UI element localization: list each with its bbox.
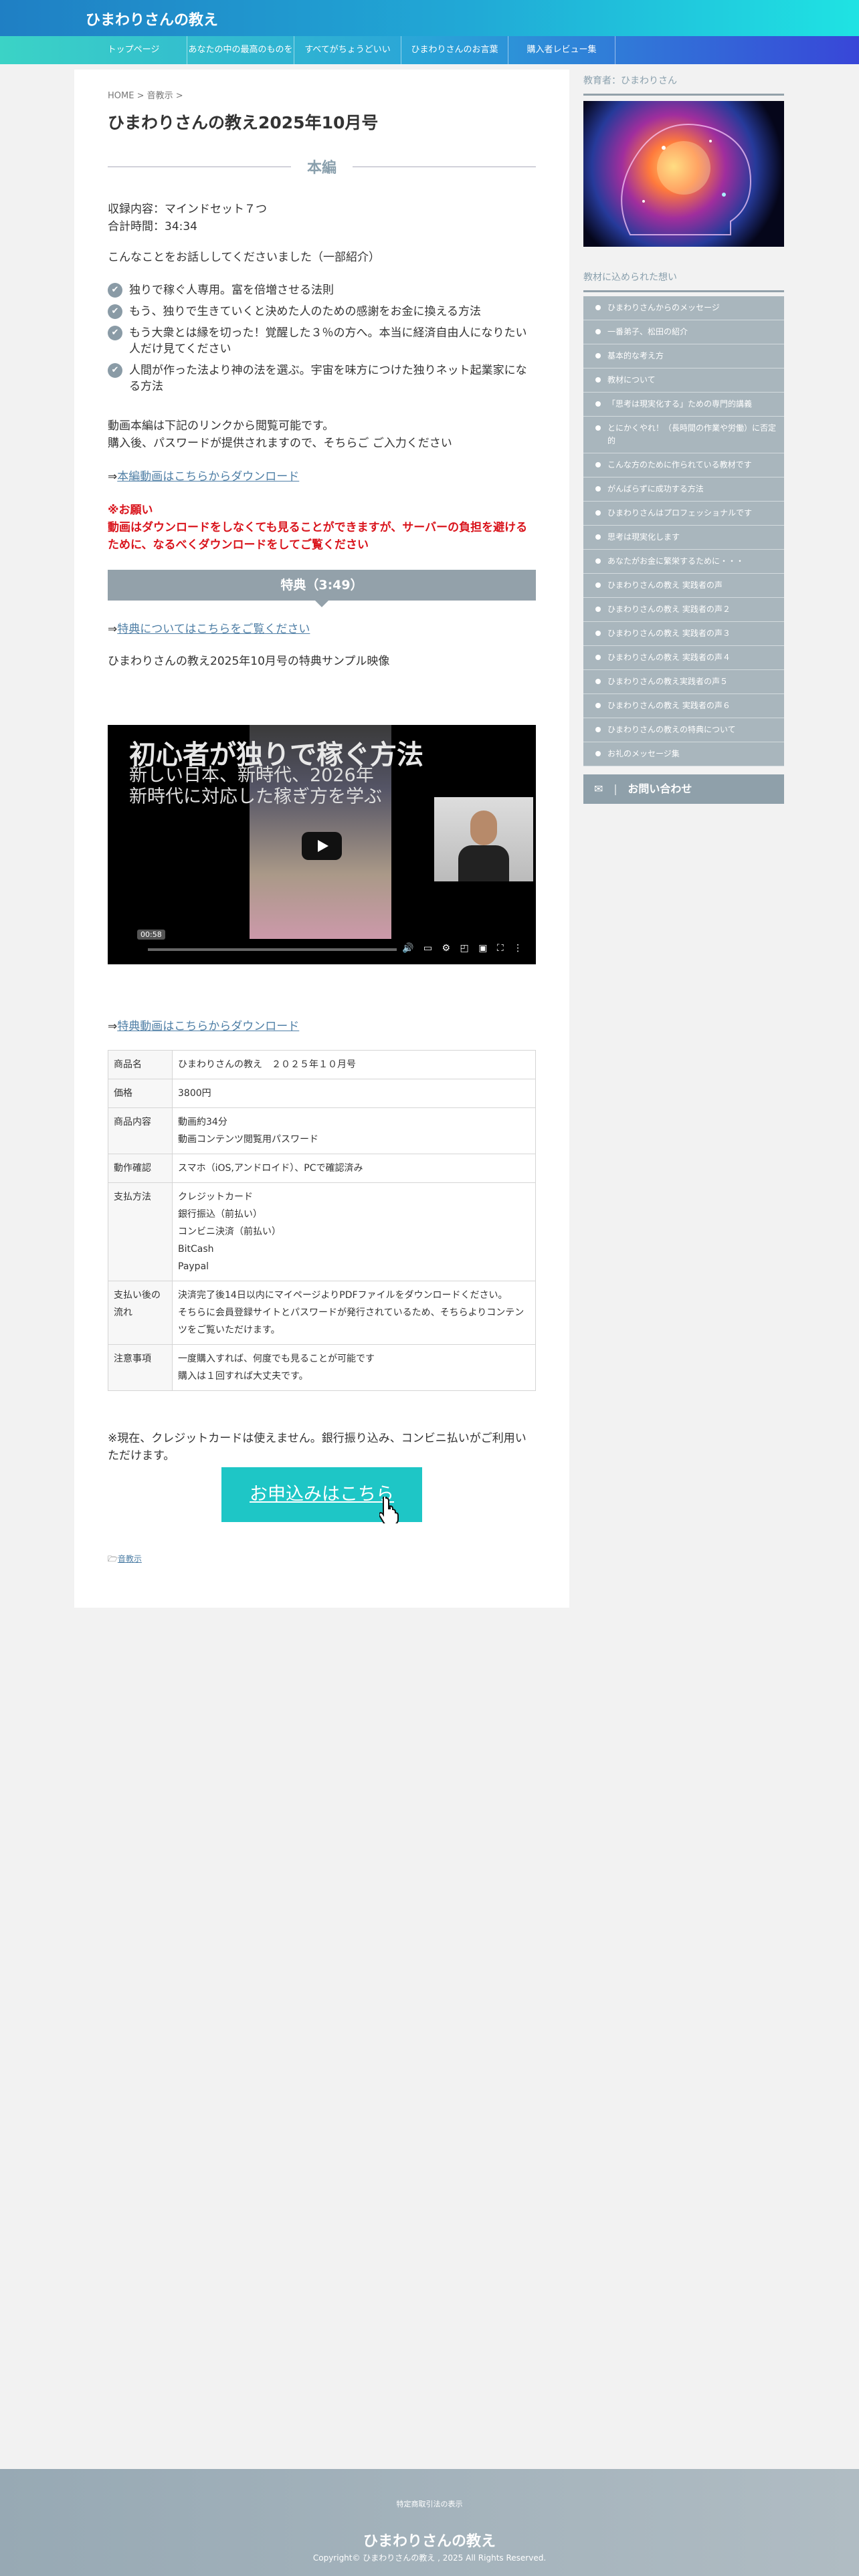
sidebar-author-title: 教育者：ひまわりさん [583,74,784,96]
download-line: ⇒本編動画はこちらからダウンロード [108,470,300,484]
check-icon: ✔ [108,304,122,319]
sidebar-item[interactable]: 一番弟子、松田の紹介 [583,320,784,344]
table-row: 動作確認 スマホ（iOS,アンドロイド）、PCで確認済み [108,1154,536,1183]
site-footer: 特定商取引法の表示 ひまわりさんの教え Copyright© ひまわりさんの教え… [0,2469,859,2576]
table-row: 商品内容 動画約34分 動画コンテンツ閲覧用パスワード [108,1107,536,1154]
video-speaker-thumbnail [434,797,533,881]
bonus-link-line: ⇒特典についてはこちらをご覧ください [108,623,310,636]
bonus-heading: 特典（3:49） [108,570,536,607]
nav-reviews[interactable]: 購入者レビュー集 [508,36,615,64]
list-item: ✔ 人間が作った法より神の法を選ぶ。宇宙を味方につけた独りネット起業家になる方法 [108,362,536,395]
nav-words[interactable]: ひまわりさんのお言葉 [401,36,508,64]
apply-button[interactable]: お申込みはこちら [221,1467,422,1523]
bonus-description: ひまわりさんの教え2025年10月号の特典サンプル映像 [108,655,390,668]
sidebar-item[interactable]: こんな方のために作られている教材です [583,453,784,477]
folder-icon: 🗁 [108,1554,118,1564]
notice-text: 動画本編は下記のリンクから閲覧可能です。 [108,419,335,433]
sidebar-item[interactable]: ひまわりさんの教え 実践者の声６ [583,694,784,718]
global-nav: トップページ あなたの中の最高のものを すべてがちょうどいい ひまわりさんのお言… [0,36,859,64]
site-title[interactable]: ひまわりさんの教え [86,8,218,29]
play-icon[interactable] [302,832,342,860]
sidebar-item[interactable]: ひまわりさんからのメッセージ [583,296,784,320]
footer-legal-link[interactable]: 特定商取引法の表示 [0,2498,859,2509]
sidebar-item[interactable]: ひまわりさんの教え 実践者の声４ [583,646,784,670]
sidebar-item[interactable]: ひまわりさんの教え実践者の声５ [583,670,784,694]
bonus-video-download-link[interactable]: 特典動画はこちらからダウンロード [117,1020,299,1033]
notice-text-2: 購入後、パスワードが提供されますので、そちらご ご入力ください [108,437,452,450]
warning-text: 動画はダウンロードをしなくても見ることができますが、サーバーの負担を避けるために… [108,521,528,552]
footer-title: ひまわりさんの教え [363,2533,496,2550]
category-tag: 🗁音教示 [108,1553,536,1567]
nav-just[interactable]: すべてがちょうどいい [294,36,401,64]
section-heading-main: 本編 [108,156,537,177]
sidebar-item[interactable]: ひまわりさんはプロフェッショナルです [583,502,784,526]
total-time: 合計時間：34:34 [108,220,197,233]
main-video-download-link[interactable]: 本編動画はこちらからダウンロード [117,470,299,484]
video-controls[interactable]: 🔊 ▭ ⚙ ◰ ▣ ⛶ ⋮ [402,943,526,954]
video-timestamp: 00:58 [137,930,165,940]
video-player[interactable]: 初心者が独りで稼ぐ方法 新しい日本、新時代、2026年 新時代に対応した稼ぎ方を学… [108,725,536,964]
check-icon: ✔ [108,326,122,340]
check-icon: ✔ [108,283,122,298]
list-item: ✔ 独りで稼ぐ人専用。富を倍増させる法則 [108,282,536,298]
sidebar-item[interactable]: がんばらずに成功する方法 [583,477,784,502]
category-link[interactable]: 音教示 [118,1554,142,1564]
sidebar-menu-list: ひまわりさんからのメッセージ 一番弟子、松田の紹介 基本的な考え方 教材について… [583,296,784,766]
sidebar-item[interactable]: ひまわりさんの教え 実践者の声 [583,574,784,598]
sidebar-item[interactable]: 思考は現実化します [583,526,784,550]
sidebar-item[interactable]: 「思考は現実化する」ための専門的講義 [583,393,784,417]
sidebar-item[interactable]: とにかくやれ！（長時間の作業や労働）に否定的 [583,417,784,453]
pointer-hand-icon [379,1497,399,1523]
video-progress-bar[interactable] [148,948,397,951]
payment-note: ※現在、クレジットカードは使えません。銀行振り込み、コンビニ払いがご利用いただけ… [108,1432,527,1463]
list-item: ✔ もう、独りで生きていくと決めた人のための感謝をお金に換える方法 [108,304,536,320]
breadcrumb-category[interactable]: 音教示 [147,91,173,101]
nav-best[interactable]: あなたの中の最高のものを [187,36,294,64]
table-row: 支払い後の流れ 決済完了後14日以内にマイページよりPDFファイルをダウンロードく… [108,1281,536,1345]
table-row: 商品名 ひまわりさんの教え ２０２５年１０月号 [108,1050,536,1079]
mail-icon: ✉ [594,782,603,795]
video-subtitle: 新しい日本、新時代、2026年 新時代に対応した稼ぎ方を学ぶ [129,765,382,807]
list-item: ✔ もう大衆とは縁を切った！覚醒した３％の方へ。本当に経済自由人になりたい人だけ見… [108,325,536,357]
table-row: 価格 3800円 [108,1079,536,1108]
table-row: 注意事項 一度購入すれば、何度でも見ることが可能です 購入は１回すれば大丈夫です。 [108,1344,536,1391]
sidebar-item[interactable]: 教材について [583,368,784,393]
sidebar-author: 教育者：ひまわりさん [583,74,784,247]
site-header: ひまわりさんの教え [0,0,859,36]
sidebar-item[interactable]: ひまわりさんの教え 実践者の声２ [583,598,784,622]
page-title: ひまわりさんの教え2025年10月号 [108,113,379,132]
sidebar-item[interactable]: あなたがお金に繁栄するために・・・ [583,550,784,574]
sidebar-item[interactable]: ひまわりさんの教え 実践者の声３ [583,622,784,646]
sidebar-menu: 教材に込められた想い ひまわりさんからのメッセージ 一番弟子、松田の紹介 基本的… [583,270,784,804]
check-icon: ✔ [108,363,122,378]
main-content: HOME > 音教示 > ひまわりさんの教え2025年10月号 本編 収録内容：… [74,70,569,1608]
sidebar-item[interactable]: お礼のメッセージ集 [583,742,784,766]
nav-top[interactable]: トップページ [80,36,187,64]
bonus-info-link[interactable]: 特典についてはこちらをご覧ください [117,623,310,636]
intro-text: こんなことをお話ししてくださいました（一部紹介） [108,251,380,264]
footer-copyright: Copyright© ひまわりさんの教え , 2025 All Rights R… [312,2553,547,2563]
warning-title: ※お願い [108,504,153,517]
breadcrumb: HOME > 音教示 > [108,91,183,101]
bonus-download-line: ⇒特典動画はこちらからダウンロード [108,1020,300,1033]
sidebar-item[interactable]: ひまわりさんの教えの特典について [583,718,784,742]
sidebar-item[interactable]: 基本的な考え方 [583,344,784,368]
sidebar-menu-title: 教材に込められた想い [583,270,784,292]
table-row: 支払方法 クレジットカード 銀行振込（前払い） コンビニ決済（前払い） BitCash P… [108,1182,536,1281]
content-line: 収録内容：マインドセット７つ [108,203,267,216]
feature-list: ✔ 独りで稼ぐ人専用。富を倍増させる法則 ✔ もう、独りで生きていくと決めた人のため… [108,282,536,400]
contact-button[interactable]: ✉ | お問い合わせ [583,774,784,804]
product-spec-table: 商品名 ひまわりさんの教え ２０２５年１０月号 価格 3800円 商品内容 動画約34… [108,1050,536,1391]
author-image [583,101,784,247]
breadcrumb-home[interactable]: HOME [108,91,134,101]
